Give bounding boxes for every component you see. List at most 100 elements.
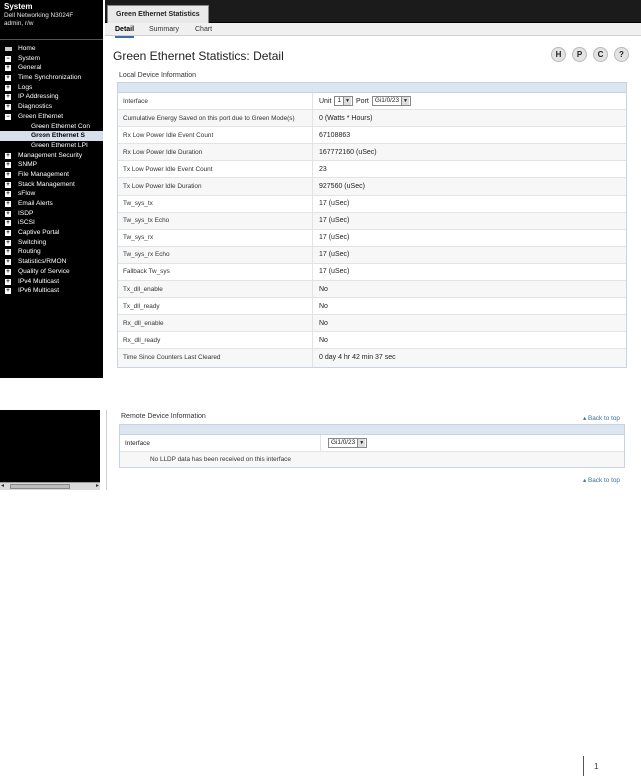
page-number: 1: [594, 762, 599, 771]
sidebar-item-captive-portal[interactable]: + Captive Portal: [0, 228, 103, 238]
sidebar-item-label: IPv4 Multicast: [18, 277, 60, 285]
refresh-icon[interactable]: C: [593, 47, 608, 62]
back-to-top-link-bottom[interactable]: ▴ Back to top: [583, 476, 620, 484]
subtab-detail[interactable]: Detail: [115, 23, 135, 38]
sidebar-item-sflow[interactable]: + sFlow: [0, 189, 103, 199]
expand-icon[interactable]: +: [5, 65, 11, 72]
expand-icon[interactable]: +: [5, 259, 11, 266]
expand-icon[interactable]: +: [5, 268, 11, 275]
sidebar-item-label: Quality of Service: [18, 267, 70, 275]
row-label: Tw_sys_rx: [123, 234, 154, 242]
sidebar-item-home[interactable]: Home: [0, 44, 103, 54]
scroll-right-icon[interactable]: ▸: [96, 483, 99, 490]
table-row: Tx Low Power Idle Event Count 23: [118, 161, 626, 179]
table-row: Tw_sys_rx 17 (uSec): [118, 229, 626, 247]
main-panel: Green Ethernet Statistics Detail Summary…: [105, 0, 641, 378]
print-icon[interactable]: P: [572, 47, 587, 62]
help-icon[interactable]: ?: [614, 47, 629, 62]
sidebar-item-label: ISDP: [18, 209, 34, 217]
expand-icon[interactable]: +: [5, 84, 11, 91]
expand-icon[interactable]: +: [5, 220, 11, 227]
expand-icon[interactable]: +: [5, 191, 11, 198]
tab-green-ethernet-statistics[interactable]: Green Ethernet Statistics: [107, 5, 209, 23]
interface-label: Interface: [123, 97, 148, 105]
table-row: Tx_dll_enable No: [118, 281, 626, 299]
sidebar-item-stack-management[interactable]: + Stack Management: [0, 180, 103, 190]
expand-icon[interactable]: +: [5, 94, 11, 101]
save-icon[interactable]: H: [551, 47, 566, 62]
row-value: 0 day 4 hr 42 min 37 sec: [312, 349, 626, 367]
expand-icon[interactable]: +: [5, 230, 11, 237]
port-value: Gi1/0/23: [374, 97, 400, 105]
interface-selector: Unit 1 ▼ Port Gi1/0/23 ▼: [312, 93, 626, 110]
sidebar-item-isdp[interactable]: + ISDP: [0, 209, 103, 219]
row-label: Cumulative Energy Saved on this port due…: [123, 114, 295, 122]
row-value: No: [312, 332, 626, 349]
sidebar-item-statistics-rmon[interactable]: + Statistics/RMON: [0, 257, 103, 267]
expand-icon[interactable]: +: [5, 210, 11, 217]
sidebar-item-email-alerts[interactable]: + Email Alerts: [0, 199, 103, 209]
sidebar-item-label: Statistics/RMON: [18, 258, 67, 266]
row-value: No: [312, 298, 626, 315]
remote-interface-select[interactable]: Gi1/0/23 ▼: [328, 438, 368, 448]
scrollbar-thumb[interactable]: [10, 484, 70, 489]
sidebar-item-green-ethernet-s[interactable]: Green Ethernet S: [0, 131, 103, 141]
collapse-icon[interactable]: −: [5, 55, 11, 62]
expand-icon[interactable]: +: [5, 288, 11, 295]
sidebar-item-time-synchronization[interactable]: + Time Synchronization: [0, 73, 103, 83]
sidebar-item-iscsi[interactable]: + iSCSI: [0, 218, 103, 228]
sidebar-item-management-security[interactable]: + Management Security: [0, 151, 103, 161]
remote-device-table: Interface Gi1/0/23 ▼ No LLDP data has bee…: [119, 424, 625, 468]
sidebar-item-diagnostics[interactable]: + Diagnostics: [0, 102, 103, 112]
sidebar-item-switching[interactable]: + Switching: [0, 238, 103, 248]
sidebar-item-ipv4-multicast[interactable]: + IPv4 Multicast: [0, 277, 103, 287]
sidebar-item-general[interactable]: + General: [0, 63, 103, 73]
expand-icon[interactable]: +: [5, 75, 11, 82]
sidebar-item-green-ethernet[interactable]: − Green Ethernet: [0, 112, 103, 122]
subtab-summary[interactable]: Summary: [149, 23, 179, 36]
table-row: Fallback Tw_sys 17 (uSec): [118, 263, 626, 282]
expand-icon[interactable]: +: [5, 249, 11, 256]
sidebar-item-label: Routing: [18, 248, 41, 256]
sidebar-item-green-ethernet-con[interactable]: Green Ethernet Con: [0, 122, 103, 132]
expand-icon[interactable]: +: [5, 201, 11, 207]
sidebar-item-quality-of-service[interactable]: + Quality of Service: [0, 267, 103, 277]
unit-select[interactable]: 1 ▼: [334, 96, 354, 107]
row-label: Rx_dll_enable: [123, 319, 164, 327]
remote-interface-label: Interface: [125, 439, 150, 447]
horizontal-scrollbar[interactable]: ◂ ▸: [0, 482, 100, 490]
back-to-top-label: Back to top: [587, 477, 620, 484]
expand-icon[interactable]: +: [5, 278, 11, 285]
top-tab-bar: Green Ethernet Statistics: [105, 0, 641, 23]
sidebar-item-logs[interactable]: + Logs: [0, 83, 103, 93]
port-label: Port: [356, 97, 369, 105]
sidebar-item-label: IP Addressing: [18, 93, 59, 101]
sidebar-item-file-management[interactable]: + File Management: [0, 170, 103, 180]
sidebar-item-routing[interactable]: + Routing: [0, 247, 103, 257]
expand-icon[interactable]: +: [5, 104, 11, 111]
expand-icon[interactable]: +: [5, 171, 11, 178]
sidebar-item-green-ethernet-lpi[interactable]: Green Ethernet LPI: [0, 141, 103, 151]
expand-icon[interactable]: +: [5, 181, 11, 188]
table-row: Rx Low Power Idle Duration 167772160 (uSe…: [118, 144, 626, 162]
sidebar-item-ip-addressing[interactable]: + IP Addressing: [0, 92, 103, 102]
expand-icon[interactable]: +: [5, 239, 11, 246]
collapse-icon[interactable]: −: [5, 113, 11, 120]
sidebar-item-label: Diagnostics: [18, 103, 53, 111]
subtab-chart[interactable]: Chart: [195, 23, 212, 36]
expand-icon[interactable]: +: [5, 162, 11, 169]
back-to-top-link[interactable]: ▴ Back to top: [583, 414, 620, 422]
row-label: Time Since Counters Last Cleared: [123, 354, 221, 362]
navigation-tree: Home − System + General + Time Synchronization…: [0, 44, 103, 296]
row-value: No: [312, 281, 626, 298]
sidebar-item-system[interactable]: − System: [0, 54, 103, 64]
table-row: Rx_dll_ready No: [118, 332, 626, 350]
table-row: Tw_sys_rx Echo 17 (uSec): [118, 246, 626, 264]
scroll-left-icon[interactable]: ◂: [1, 483, 4, 490]
row-label: Tx_dll_enable: [123, 285, 163, 293]
sidebar-item-ipv6-multicast[interactable]: + IPv6 Multicast: [0, 286, 103, 296]
port-select[interactable]: Gi1/0/23 ▼: [371, 96, 412, 107]
tree-connector: [38, 125, 44, 127]
expand-icon[interactable]: +: [5, 152, 11, 159]
sidebar-item-snmp[interactable]: + SNMP: [0, 160, 103, 170]
